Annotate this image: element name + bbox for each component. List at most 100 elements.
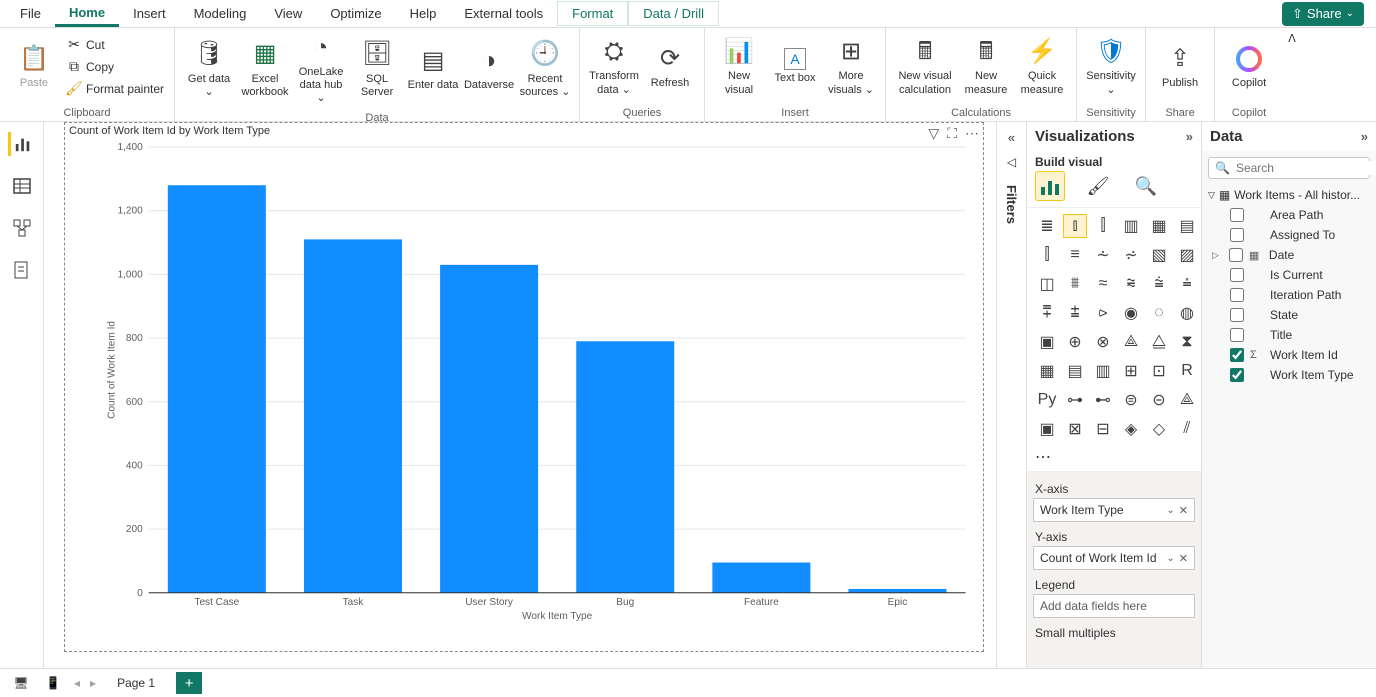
- viz-type-29[interactable]: ⧗: [1175, 330, 1199, 354]
- viz-type-38[interactable]: ⊷: [1091, 388, 1115, 412]
- more-options-icon[interactable]: ⋯: [965, 125, 979, 142]
- yaxis-field[interactable]: Count of Work Item Id⌄✕: [1033, 546, 1195, 570]
- table-node[interactable]: ▽ ▦ Work Items - All histor...: [1208, 185, 1370, 205]
- page-prev-button[interactable]: ◂: [74, 676, 80, 690]
- xaxis-field[interactable]: Work Item Type⌄✕: [1033, 498, 1195, 522]
- viz-type-47[interactable]: ⫽: [1175, 417, 1199, 441]
- model-view-button[interactable]: [10, 216, 34, 240]
- viz-type-9[interactable]: ⩫: [1119, 243, 1143, 267]
- dax-view-button[interactable]: [10, 258, 34, 282]
- viz-type-17[interactable]: ⩮: [1175, 272, 1199, 296]
- field-checkbox[interactable]: [1230, 308, 1244, 322]
- viz-type-25[interactable]: ⊕: [1063, 330, 1087, 354]
- search-input[interactable]: [1236, 161, 1376, 175]
- viz-type-5[interactable]: ▤: [1175, 214, 1199, 238]
- analytics-tab[interactable]: 🔍: [1131, 171, 1161, 201]
- report-canvas[interactable]: Count of Work Item Id by Work Item Type …: [44, 122, 996, 668]
- menu-external-tools[interactable]: External tools: [450, 2, 557, 25]
- viz-more-button[interactable]: ⋯: [1027, 447, 1201, 472]
- menu-optimize[interactable]: Optimize: [316, 2, 395, 25]
- enter-data-button[interactable]: ▤Enter data: [405, 41, 461, 96]
- viz-type-33[interactable]: ⊞: [1119, 359, 1143, 383]
- field-row[interactable]: Is Current: [1208, 265, 1370, 285]
- viz-type-37[interactable]: ⊶: [1063, 388, 1087, 412]
- viz-type-15[interactable]: ⩬: [1119, 272, 1143, 296]
- refresh-button[interactable]: ⟳Refresh: [642, 39, 698, 94]
- menu-home[interactable]: Home: [55, 1, 119, 27]
- recent-sources-button[interactable]: 🕘Recent sources ⌄: [517, 35, 573, 103]
- page-next-button[interactable]: ▸: [90, 676, 96, 690]
- chart-visual[interactable]: Count of Work Item Id by Work Item Type …: [64, 122, 984, 652]
- field-checkbox[interactable]: [1230, 268, 1244, 282]
- excel-button[interactable]: ▦Excel workbook: [237, 35, 293, 103]
- field-row[interactable]: ▷▦Date: [1208, 245, 1370, 265]
- expand-filters-button[interactable]: «: [1008, 130, 1015, 145]
- quick-measure-button[interactable]: ⚡Quick measure: [1014, 32, 1070, 100]
- search-box[interactable]: 🔍: [1208, 157, 1370, 179]
- viz-type-40[interactable]: ⊝: [1147, 388, 1171, 412]
- viz-type-26[interactable]: ⊗: [1091, 330, 1115, 354]
- viz-type-35[interactable]: R: [1175, 359, 1199, 383]
- get-data-button[interactable]: 🛢Get data ⌄: [181, 35, 237, 103]
- viz-type-7[interactable]: ≡: [1063, 243, 1087, 267]
- new-measure-button[interactable]: 🖩New measure: [958, 32, 1014, 100]
- viz-type-28[interactable]: ⧋: [1147, 330, 1171, 354]
- add-page-button[interactable]: +: [176, 672, 202, 694]
- cut-button[interactable]: ✂Cut: [62, 35, 168, 55]
- viz-type-14[interactable]: ≈: [1091, 272, 1115, 296]
- copy-button[interactable]: ⧉Copy: [62, 57, 168, 77]
- collapse-viz-pane-button[interactable]: »: [1186, 129, 1193, 144]
- text-box-button[interactable]: AText box: [767, 44, 823, 89]
- viz-type-31[interactable]: ▤: [1063, 359, 1087, 383]
- viz-type-20[interactable]: ⪧: [1091, 301, 1115, 325]
- viz-type-10[interactable]: ▧: [1147, 243, 1171, 267]
- page-tab[interactable]: Page 1: [106, 671, 166, 695]
- viz-type-39[interactable]: ⊜: [1119, 388, 1143, 412]
- field-checkbox[interactable]: [1229, 248, 1243, 262]
- viz-type-1[interactable]: ⫾: [1063, 214, 1087, 238]
- viz-type-21[interactable]: ◉: [1119, 301, 1143, 325]
- viz-type-16[interactable]: ⩭: [1147, 272, 1171, 296]
- new-visual-calculation-button[interactable]: 🖩New visual calculation: [892, 32, 958, 100]
- sensitivity-button[interactable]: 🛡Sensitivity⌄: [1083, 32, 1139, 100]
- collapse-data-pane-button[interactable]: »: [1361, 129, 1368, 144]
- menu-format[interactable]: Format: [557, 1, 628, 26]
- viz-type-43[interactable]: ⊠: [1063, 417, 1087, 441]
- viz-type-27[interactable]: ⟁: [1119, 330, 1143, 354]
- filters-icon[interactable]: ◁: [1007, 155, 1016, 169]
- field-checkbox[interactable]: [1230, 368, 1244, 382]
- field-row[interactable]: ΣWork Item Id: [1208, 345, 1370, 365]
- table-view-button[interactable]: [10, 174, 34, 198]
- viz-type-0[interactable]: ≣: [1035, 214, 1059, 238]
- field-row[interactable]: Work Item Type: [1208, 365, 1370, 385]
- menu-modeling[interactable]: Modeling: [180, 2, 261, 25]
- viz-type-8[interactable]: ⩪: [1091, 243, 1115, 267]
- sql-server-button[interactable]: 🗄SQL Server: [349, 35, 405, 103]
- viz-type-45[interactable]: ◈: [1119, 417, 1143, 441]
- viz-type-42[interactable]: ▣: [1035, 417, 1059, 441]
- mobile-layout-button[interactable]: 📱: [42, 674, 64, 692]
- format-visual-tab[interactable]: 🖌: [1083, 171, 1113, 201]
- field-checkbox[interactable]: [1230, 208, 1244, 222]
- field-checkbox[interactable]: [1230, 288, 1244, 302]
- viz-type-6[interactable]: ⫿: [1035, 243, 1059, 267]
- viz-type-12[interactable]: ◫: [1035, 272, 1059, 296]
- remove-field-button[interactable]: ✕: [1179, 552, 1188, 565]
- viz-type-2[interactable]: ⫿: [1091, 214, 1115, 238]
- viz-type-11[interactable]: ▨: [1175, 243, 1199, 267]
- filter-icon[interactable]: ▽: [928, 125, 939, 142]
- dataverse-button[interactable]: ◑Dataverse: [461, 41, 517, 96]
- field-row[interactable]: Assigned To: [1208, 225, 1370, 245]
- viz-type-19[interactable]: ⩲: [1063, 301, 1087, 325]
- viz-type-24[interactable]: ▣: [1035, 330, 1059, 354]
- viz-type-3[interactable]: ▥: [1119, 214, 1143, 238]
- field-checkbox[interactable]: [1230, 328, 1244, 342]
- viz-type-30[interactable]: ▦: [1035, 359, 1059, 383]
- menu-data-drill[interactable]: Data / Drill: [628, 1, 719, 26]
- more-visuals-button[interactable]: ⊞More visuals ⌄: [823, 32, 879, 100]
- build-visual-tab[interactable]: [1035, 171, 1065, 201]
- viz-type-4[interactable]: ▦: [1147, 214, 1171, 238]
- desktop-layout-button[interactable]: 🖥: [10, 674, 32, 692]
- paste-button[interactable]: 📋 Paste: [6, 39, 62, 94]
- viz-type-18[interactable]: ⩱: [1035, 301, 1059, 325]
